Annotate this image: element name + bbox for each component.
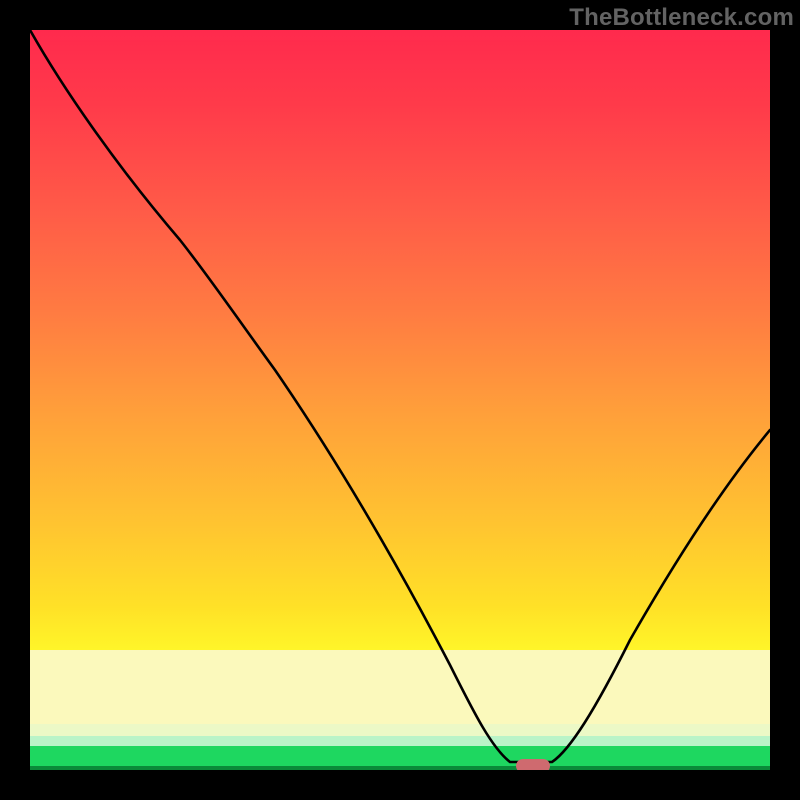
curve-path xyxy=(30,30,770,762)
chart-frame: TheBottleneck.com xyxy=(0,0,800,800)
watermark-text: TheBottleneck.com xyxy=(569,4,794,32)
optimal-marker xyxy=(516,759,550,770)
bottleneck-curve xyxy=(30,30,770,770)
plot-area xyxy=(30,30,770,770)
